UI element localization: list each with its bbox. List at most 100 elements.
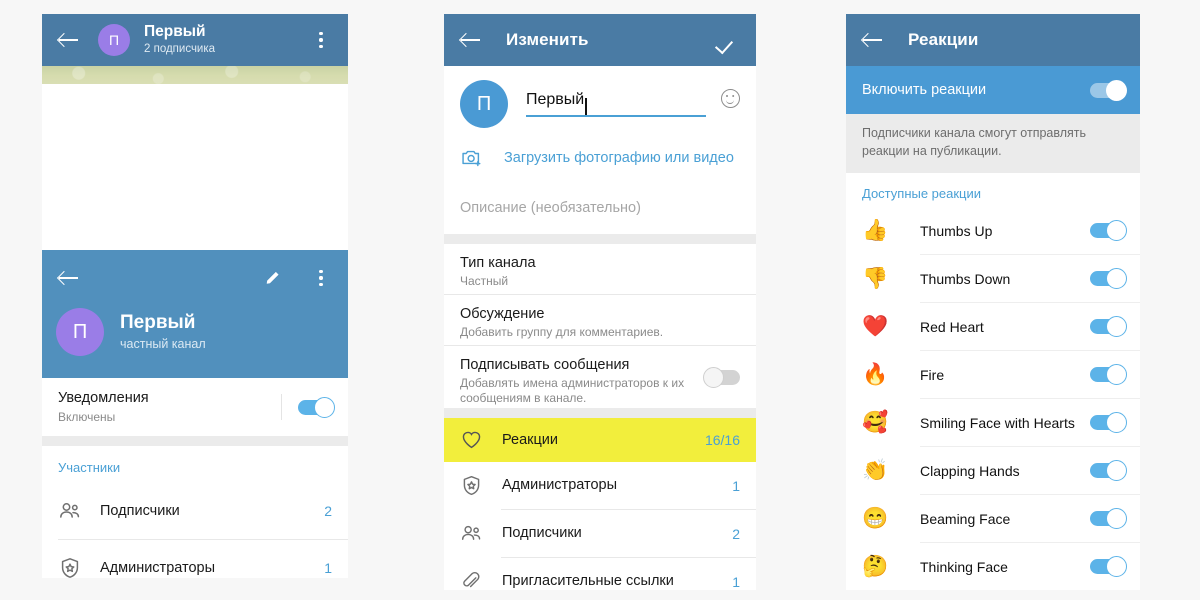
list-item-label: Пригласительные ссылки — [502, 573, 674, 590]
sign-messages-toggle[interactable] — [703, 367, 740, 388]
reaction-toggle[interactable] — [1090, 268, 1127, 289]
description-input[interactable]: Описание (необязательно) — [444, 186, 756, 234]
page-title: Изменить — [506, 30, 589, 49]
smiling-face-with-hearts-emoji: 🥰 — [862, 411, 889, 434]
list-item-label: Подписчики — [100, 502, 180, 519]
chat-title-wrap: Первый 2 подписчика — [144, 23, 308, 56]
notifications-card: Уведомления Включены — [42, 378, 348, 436]
back-arrow-icon[interactable] — [860, 27, 886, 53]
notifications-row[interactable]: Уведомления Включены — [42, 378, 348, 436]
channel-settings-card: Тип канала Частный Обсуждение Добавить г… — [444, 244, 756, 408]
members-section-header: Участники — [42, 446, 348, 483]
reaction-label: Fire — [920, 366, 945, 383]
list-item-label: Подписчики — [502, 525, 582, 542]
discussion-label: Обсуждение — [460, 306, 545, 322]
profile-text: Первый частный канал — [120, 311, 206, 352]
notifications-label: Уведомления — [58, 390, 149, 407]
list-item-admins[interactable]: Администраторы 1 — [444, 462, 756, 509]
list-item-invite-links[interactable]: Пригласительные ссылки 1 — [444, 558, 756, 590]
reaction-row[interactable]: 😁 Beaming Face — [846, 495, 1140, 542]
reaction-row[interactable]: 🤔 Thinking Face — [846, 543, 1140, 590]
page-title: Реакции — [908, 30, 979, 49]
panel-reactions: Реакции Включить реакции Подписчики кана… — [846, 14, 1140, 590]
discussion-hint: Добавить группу для комментариев. — [460, 325, 664, 340]
reaction-toggle[interactable] — [1090, 412, 1127, 433]
reaction-label: Clapping Hands — [920, 462, 1020, 479]
section-gap — [444, 234, 756, 244]
name-input[interactable]: Первый — [526, 91, 584, 115]
heart-icon — [460, 428, 484, 452]
list-item-reactions[interactable]: Реакции 16/16 — [444, 418, 756, 462]
sign-messages-hint: Добавлять имена администраторов к их соо… — [460, 376, 685, 406]
list-item-label: Администраторы — [502, 477, 618, 494]
back-arrow-icon[interactable] — [458, 27, 484, 53]
reaction-row[interactable]: ❤️ Red Heart — [846, 303, 1140, 350]
check-icon[interactable] — [716, 27, 742, 53]
reaction-row[interactable]: 👏 Clapping Hands — [846, 447, 1140, 494]
thumbs-up-emoji: 👍 — [862, 219, 889, 242]
reaction-toggle[interactable] — [1090, 316, 1127, 337]
enable-reactions-label: Включить реакции — [862, 82, 987, 98]
back-arrow-icon[interactable] — [56, 27, 82, 53]
channel-type-row[interactable]: Тип канала Частный — [444, 244, 756, 294]
avatar: П — [460, 80, 508, 128]
back-arrow-icon[interactable] — [56, 265, 82, 291]
notifications-status: Включены — [58, 409, 116, 424]
reactions-description: Подписчики канала смогут отправлять реак… — [846, 114, 1140, 173]
reaction-toggle[interactable] — [1090, 364, 1127, 385]
profile-appbar — [56, 258, 334, 298]
profile-identity: П Первый частный канал — [56, 298, 334, 378]
available-reactions-card: Доступные реакции 👍 Thumbs Up 👎 Thumbs D… — [846, 173, 1140, 590]
discussion-row[interactable]: Обсуждение Добавить группу для комментар… — [444, 295, 756, 345]
red-heart-emoji: ❤️ — [862, 315, 889, 338]
list-item-value: 16/16 — [704, 432, 740, 448]
list-item-value: 2 — [324, 503, 332, 519]
upload-photo-row[interactable]: Загрузить фотографию или видео — [444, 138, 756, 186]
fire-emoji: 🔥 — [862, 363, 889, 386]
list-item-subscribers[interactable]: Подписчики 2 — [444, 510, 756, 557]
chat-subtitle: 2 подписчика — [144, 42, 216, 55]
chat-appbar: П Первый 2 подписчика — [42, 14, 348, 66]
list-item[interactable]: Администраторы 1 — [42, 540, 348, 578]
profile-header: П Первый частный канал — [42, 250, 348, 378]
reaction-toggle[interactable] — [1090, 220, 1127, 241]
name-input-wrap[interactable]: Первый — [526, 88, 740, 117]
list-item-value: 1 — [732, 477, 740, 494]
channel-name-editor: П Первый — [444, 66, 756, 138]
reaction-row[interactable]: 👎 Thumbs Down — [846, 255, 1140, 302]
sign-messages-label: Подписывать сообщения — [460, 357, 630, 373]
reaction-toggle[interactable] — [1090, 556, 1127, 577]
admin-shield-icon — [58, 556, 82, 578]
more-vertical-icon[interactable] — [308, 27, 334, 53]
subscribers-icon — [58, 499, 82, 523]
avatar: П — [98, 24, 130, 56]
list-item-label: Реакции — [502, 431, 559, 448]
beaming-face-emoji: 😁 — [862, 507, 889, 530]
list-item[interactable]: Подписчики 2 — [42, 483, 348, 539]
screenshot-stage: П Первый 2 подписчика П Первый частный к… — [0, 0, 1200, 600]
channel-type-label: Тип канала — [460, 255, 536, 271]
avatar: П — [56, 308, 104, 356]
enable-reactions-toggle[interactable] — [1090, 79, 1127, 101]
reaction-row[interactable]: 👍 Thumbs Up — [846, 207, 1140, 254]
reaction-toggle[interactable] — [1090, 508, 1127, 529]
notifications-toggle[interactable] — [298, 396, 335, 418]
more-vertical-icon[interactable] — [308, 265, 334, 291]
list-item-value: 2 — [732, 525, 740, 542]
reaction-label: Red Heart — [920, 318, 984, 335]
sign-messages-row[interactable]: Подписывать сообщения Добавлять имена ад… — [444, 346, 756, 408]
pencil-icon[interactable] — [264, 265, 290, 291]
reaction-toggle[interactable] — [1090, 460, 1127, 481]
smiley-icon[interactable] — [721, 88, 740, 108]
page-title: Первый — [120, 312, 196, 334]
edit-appbar: Изменить — [444, 14, 756, 66]
members-card: Участники Подписчики 2 Администраторы 1 — [42, 446, 348, 578]
reaction-row[interactable]: 🥰 Smiling Face with Hearts — [846, 399, 1140, 446]
chat-wallpaper — [42, 66, 348, 84]
admin-shield-icon — [460, 474, 484, 498]
section-gap — [42, 436, 348, 446]
thumbs-down-emoji: 👎 — [862, 267, 889, 290]
reaction-row[interactable]: 🔥 Fire — [846, 351, 1140, 398]
panel-edit-channel: Изменить П Первый Загрузить фотографию и… — [444, 14, 756, 590]
enable-reactions-row[interactable]: Включить реакции — [846, 66, 1140, 114]
